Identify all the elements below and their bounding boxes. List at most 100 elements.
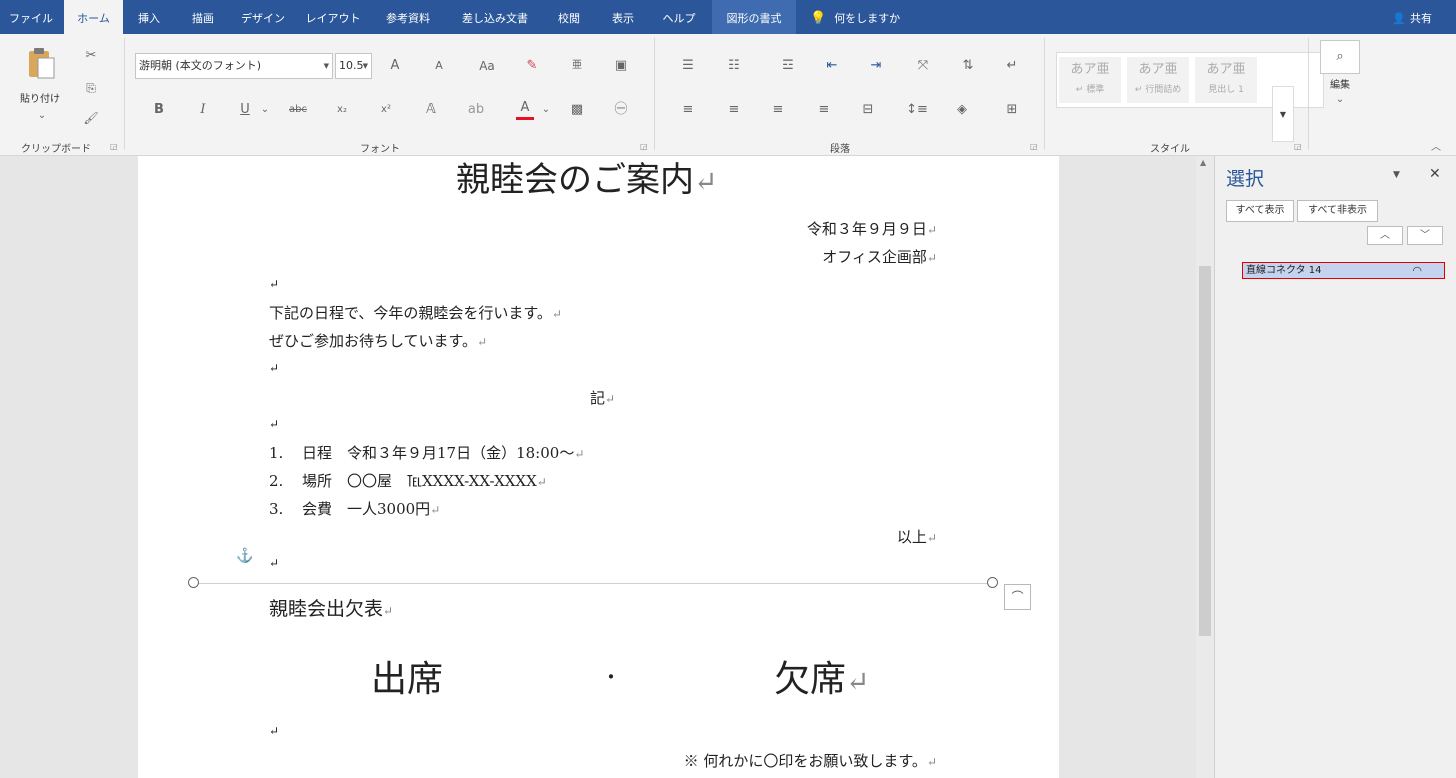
body-line-2[interactable]: ぜひご参加お待ちしています。↵ — [269, 330, 487, 351]
share-button[interactable]: 👤 共有 — [1392, 0, 1432, 34]
clear-formatting-icon[interactable]: ✎ — [520, 56, 544, 76]
clipboard-launcher-icon[interactable]: ◲ — [110, 142, 118, 151]
numbering-icon[interactable]: ☷ — [722, 56, 746, 76]
cut-icon[interactable]: ✂ — [80, 46, 102, 66]
strikethrough-button[interactable]: abc — [284, 100, 312, 120]
align-center-icon[interactable]: ≡ — [722, 100, 746, 120]
shading-icon[interactable]: ◈ — [948, 100, 976, 120]
style-no-spacing[interactable]: あア亜 ↵ 行間詰め — [1127, 57, 1189, 103]
underline-dropdown-icon[interactable]: ⌄ — [258, 100, 272, 120]
tab-help[interactable]: ヘルプ — [654, 0, 704, 34]
phonetic-guide-icon[interactable]: 亜 — [566, 56, 588, 76]
font-size-dropdown[interactable]: 10.5 ▼ — [335, 53, 372, 79]
line-spacing-icon[interactable]: ↕≡ — [902, 100, 932, 120]
italic-button[interactable]: I — [192, 100, 214, 120]
multilevel-list-icon[interactable]: ☲ — [776, 56, 800, 76]
document-sender[interactable]: オフィス企画部↵ — [822, 246, 937, 267]
show-marks-icon[interactable]: ↵ — [1000, 56, 1024, 76]
straight-connector-line[interactable] — [194, 583, 992, 584]
note-text[interactable]: ※ 何れかに〇印をお願い致します。↵ — [684, 750, 937, 771]
tell-me-box[interactable]: 💡 何をしますか — [810, 0, 900, 34]
tab-view[interactable]: 表示 — [600, 0, 646, 34]
find-search-icon[interactable]: ⌕ — [1320, 40, 1360, 74]
tab-design[interactable]: デザイン — [234, 0, 292, 34]
list-item[interactable]: 3. 会費 一人3000円↵ — [269, 498, 440, 519]
layout-options-icon[interactable]: ⌒ — [1004, 584, 1031, 610]
enclosed-character-icon[interactable]: ㊀ — [610, 100, 632, 120]
font-color-dropdown-icon[interactable]: ⌄ — [540, 100, 552, 120]
ijou-text[interactable]: 以上↵ — [897, 526, 937, 547]
visibility-eye-icon[interactable]: ◠ — [1412, 263, 1422, 278]
chevron-down-icon: ▼ — [323, 62, 329, 70]
tab-file[interactable]: ファイル — [0, 0, 62, 34]
list-item[interactable]: 1. 日程 令和３年９月17日（金）18:00～↵ — [269, 442, 584, 463]
document-page[interactable]: 親睦会のご案内↵ 令和３年９月９日↵ オフィス企画部↵ ↵ 下記の日程で、今年の… — [138, 156, 1059, 778]
paragraph-launcher-icon[interactable]: ◲ — [1030, 142, 1038, 151]
decrease-indent-icon[interactable]: ⇤ — [820, 56, 844, 76]
body-line-1[interactable]: 下記の日程で、今年の親睦会を行います。↵ — [269, 302, 562, 323]
change-case-button[interactable]: Aa — [474, 56, 500, 76]
scrollbar-thumb[interactable] — [1199, 266, 1211, 636]
subscript-button[interactable]: x₂ — [330, 100, 354, 120]
increase-indent-icon[interactable]: ⇥ — [864, 56, 888, 76]
bullets-icon[interactable]: ☰ — [676, 56, 700, 76]
show-all-button[interactable]: すべて表示 — [1226, 200, 1294, 222]
attend-text[interactable]: 出席 — [371, 650, 443, 702]
grow-font-button[interactable]: A — [384, 56, 406, 76]
styles-launcher-icon[interactable]: ◲ — [1294, 142, 1302, 151]
underline-button[interactable]: U — [234, 100, 256, 120]
connector-handle-right[interactable] — [987, 577, 998, 588]
borders-icon[interactable]: ⊞ — [994, 100, 1030, 120]
character-border-icon[interactable]: ▣ — [610, 56, 632, 76]
document-date[interactable]: 令和３年９月９日↵ — [807, 218, 937, 239]
scroll-up-icon[interactable]: ▲ — [1200, 158, 1206, 167]
text-effects-icon[interactable]: 𝔸 — [420, 100, 442, 120]
connector-handle-left[interactable] — [188, 577, 199, 588]
style-normal[interactable]: あア亜 ↵ 標準 — [1059, 57, 1121, 103]
tab-home[interactable]: ホーム — [64, 0, 123, 34]
distributed-icon[interactable]: ⊟ — [856, 100, 880, 120]
tab-review[interactable]: 校閲 — [548, 0, 590, 34]
styles-more-icon[interactable]: ▼ — [1272, 86, 1294, 142]
copy-icon[interactable]: ⎘ — [80, 78, 102, 98]
close-icon[interactable]: ✕ — [1429, 166, 1441, 182]
tab-shape-format[interactable]: 図形の書式 — [712, 0, 796, 34]
align-left-icon[interactable]: ≡ — [676, 100, 700, 120]
editing-dropdown-icon[interactable]: ⌄ — [1330, 90, 1350, 110]
send-backward-icon[interactable]: ﹀ — [1407, 226, 1443, 245]
format-painter-icon[interactable]: 🖌 — [80, 108, 102, 128]
tab-draw[interactable]: 描画 — [180, 0, 226, 34]
paste-icon[interactable] — [26, 46, 58, 80]
tab-references[interactable]: 参考資料 — [376, 0, 440, 34]
highlight-icon[interactable]: ab — [464, 100, 488, 120]
selection-list-item[interactable]: 直線コネクタ 14 ◠ — [1242, 262, 1445, 279]
person-icon: 👤 — [1392, 12, 1406, 25]
ki-heading[interactable]: 記↵ — [590, 387, 615, 408]
tab-insert[interactable]: 挿入 — [126, 0, 172, 34]
sort-icon[interactable]: ⇅ — [956, 56, 980, 76]
asian-layout-icon[interactable]: ⤧ — [910, 56, 936, 76]
font-name-dropdown[interactable]: 游明朝 (本文のフォント) ▼ — [135, 53, 333, 79]
align-right-icon[interactable]: ≡ — [766, 100, 790, 120]
style-heading-1[interactable]: あア亜 見出し 1 — [1195, 57, 1257, 103]
justify-icon[interactable]: ≡ — [812, 100, 836, 120]
font-color-button[interactable]: A — [512, 98, 538, 120]
attendance-title[interactable]: 親睦会出欠表↵ — [269, 594, 393, 621]
bold-button[interactable]: B — [148, 100, 170, 120]
tab-mailings[interactable]: 差し込み文書 — [450, 0, 540, 34]
vertical-scrollbar[interactable]: ▲ — [1196, 156, 1214, 778]
tab-layout[interactable]: レイアウト — [300, 0, 366, 34]
character-shading-icon[interactable]: ▩ — [566, 100, 588, 120]
style-name: ↵ 行間詰め — [1134, 85, 1182, 95]
pane-options-icon[interactable]: ▼ — [1393, 170, 1400, 180]
paste-dropdown-icon[interactable]: ⌄ — [32, 106, 52, 126]
list-item[interactable]: 2. 場所 〇〇屋 ℡XXXX-XX-XXXX↵ — [269, 470, 547, 491]
bring-forward-icon[interactable]: ︿ — [1367, 226, 1403, 245]
superscript-button[interactable]: x² — [374, 100, 398, 120]
font-launcher-icon[interactable]: ◲ — [640, 142, 648, 151]
document-title[interactable]: 親睦会のご案内↵ — [456, 156, 717, 201]
shrink-font-button[interactable]: A — [428, 56, 450, 76]
collapse-ribbon-icon[interactable]: ︿ — [1426, 138, 1446, 158]
hide-all-button[interactable]: すべて非表示 — [1297, 200, 1378, 222]
absent-text[interactable]: 欠席↵ — [774, 650, 869, 702]
